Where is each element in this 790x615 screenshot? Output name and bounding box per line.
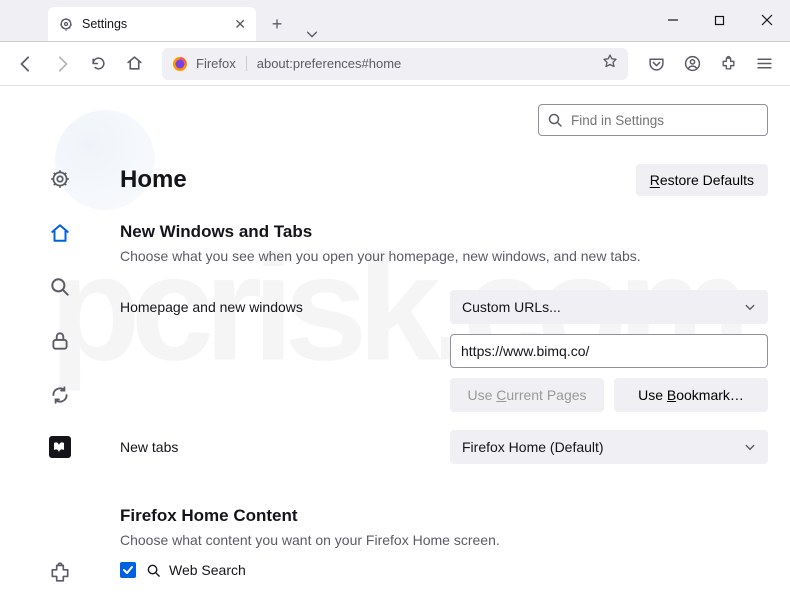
firefox-icon <box>172 56 188 72</box>
back-button[interactable] <box>10 48 42 80</box>
homepage-mode-select[interactable]: Custom URLs... <box>450 290 768 324</box>
nav-sync-icon[interactable] <box>47 382 73 408</box>
chevron-down-icon <box>744 301 756 313</box>
nav-more-icon[interactable] <box>49 436 71 458</box>
nav-general-icon[interactable] <box>47 166 73 192</box>
minimize-button[interactable] <box>649 0 696 41</box>
url-prefix: Firefox <box>196 56 247 71</box>
url-bar[interactable]: Firefox about:preferences#home <box>162 48 628 80</box>
reload-button[interactable] <box>82 48 114 80</box>
menu-icon[interactable] <box>748 48 780 80</box>
restore-defaults-button[interactable]: Restore Defaults <box>636 164 768 196</box>
settings-nav <box>0 86 120 615</box>
use-bookmark-button[interactable]: Use Bookmark… <box>614 378 768 412</box>
websearch-label: Web Search <box>169 562 246 578</box>
homepage-label: Homepage and new windows <box>120 299 430 315</box>
nav-search-icon[interactable] <box>47 274 73 300</box>
tab-title: Settings <box>82 17 127 31</box>
tab-bar: Settings ✕ + <box>0 0 790 42</box>
forward-button[interactable] <box>46 48 78 80</box>
settings-content: Home Restore Defaults New Windows and Ta… <box>120 86 790 615</box>
chevron-down-icon <box>744 441 756 453</box>
maximize-button[interactable] <box>696 0 743 41</box>
websearch-checkbox[interactable] <box>120 562 136 578</box>
search-icon <box>146 563 161 578</box>
page-title: Home <box>120 166 187 194</box>
section-new-windows-subtitle: Choose what you see when you open your h… <box>120 248 768 264</box>
nav-extensions-icon[interactable] <box>47 559 73 585</box>
find-settings-input[interactable] <box>538 104 768 136</box>
homepage-url-input[interactable] <box>450 334 768 368</box>
nav-home-icon[interactable] <box>47 220 73 246</box>
search-icon <box>547 112 563 128</box>
extensions-icon[interactable] <box>712 48 744 80</box>
bookmark-star-icon[interactable] <box>602 53 618 74</box>
home-button[interactable] <box>118 48 150 80</box>
account-icon[interactable] <box>676 48 708 80</box>
section-home-content-subtitle: Choose what content you want on your Fir… <box>120 532 768 548</box>
tabs-dropdown-icon[interactable] <box>292 27 332 41</box>
newtabs-select[interactable]: Firefox Home (Default) <box>450 430 768 464</box>
new-tab-button[interactable]: + <box>262 9 292 39</box>
nav-privacy-icon[interactable] <box>47 328 73 354</box>
toolbar: Firefox about:preferences#home <box>0 42 790 86</box>
use-current-pages-button[interactable]: Use Current Pages <box>450 378 604 412</box>
newtabs-label: New tabs <box>120 439 430 455</box>
section-new-windows-title: New Windows and Tabs <box>120 222 768 242</box>
close-window-button[interactable] <box>743 0 790 41</box>
tab-close-icon[interactable]: ✕ <box>234 16 246 33</box>
url-path: about:preferences#home <box>257 56 402 71</box>
section-home-content-title: Firefox Home Content <box>120 506 768 526</box>
pocket-icon[interactable] <box>640 48 672 80</box>
browser-tab[interactable]: Settings ✕ <box>48 7 256 41</box>
